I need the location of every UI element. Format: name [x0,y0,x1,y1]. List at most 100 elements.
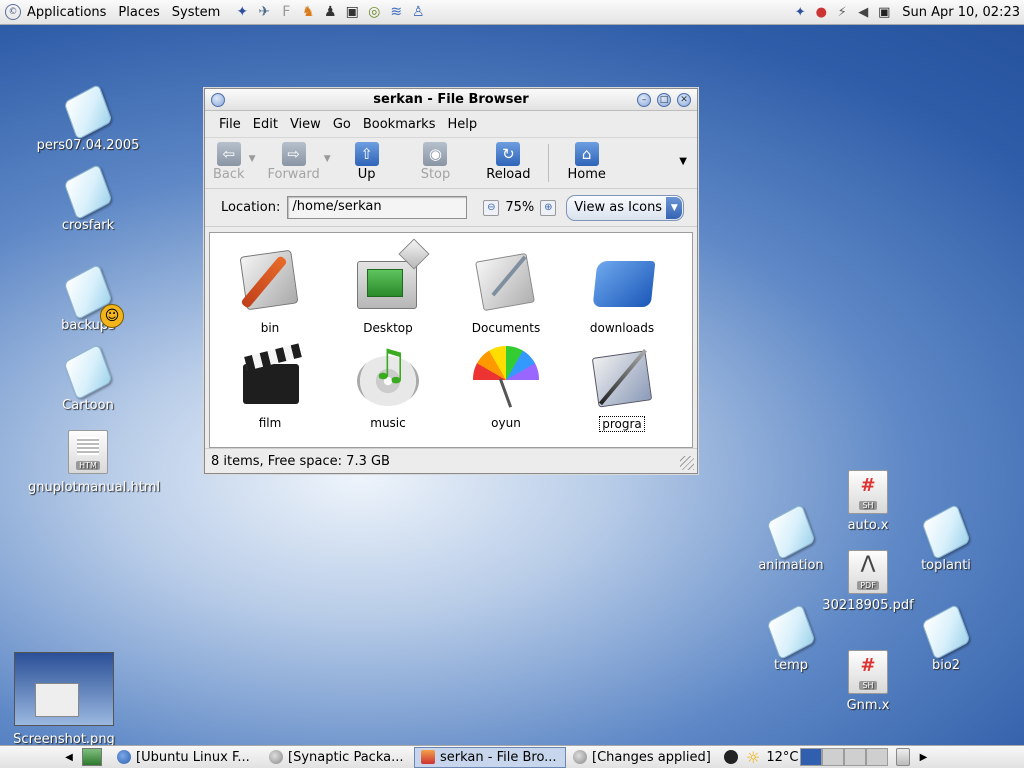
back-arrow-icon: ⇦ [216,142,241,166]
desktop-icon-label: gnuplotmanual.html [28,480,161,495]
back-button[interactable]: ⇦ Back [209,142,249,182]
menu-file[interactable]: File [213,117,247,132]
reload-button[interactable]: ↻ Reload [482,142,534,182]
bird-icon[interactable]: ✈ [254,2,274,22]
temperature[interactable]: 12°C [766,750,798,765]
view-as-label: View as Icons [574,200,663,215]
gnome-foot-icon[interactable]: © [5,4,21,20]
zoom-level[interactable]: 75% [505,200,534,215]
penguin-icon[interactable]: ♟ [320,2,340,22]
folder-icon [63,83,113,141]
desktop-file-gnm[interactable]: # SH Gnm.x [808,650,928,713]
home-button[interactable]: ⌂ Home [563,142,609,182]
menu-bookmarks[interactable]: Bookmarks [357,117,442,132]
clock[interactable]: Sun Apr 10, 02:23 [902,5,1020,20]
desktop-folder-cartoon[interactable]: Cartoon [28,343,148,413]
text-editor-icon[interactable]: F [276,2,296,22]
zoom-in-icon[interactable]: ⊕ [540,199,557,216]
blue-folder-icon [587,247,657,315]
wifi-icon[interactable]: ≋ [386,2,406,22]
task-file-browser[interactable]: serkan - File Bro... [414,746,566,768]
surprised-emblem-icon: ☺ [100,304,124,328]
task-ubuntu-linux[interactable]: [Ubuntu Linux F... [110,747,262,768]
screenshot-thumbnail-icon [14,652,114,726]
desktop-folder-backups[interactable]: ☺ backups [28,263,148,333]
desktop-file-pdf[interactable]: Λ PDF 30218905.pdf [808,550,928,613]
stop-button[interactable]: ◉ Stop [417,142,455,182]
menu-system[interactable]: System [166,5,226,20]
display-icon[interactable]: ▣ [875,4,893,22]
close-button[interactable]: ✕ [677,92,691,107]
menu-places[interactable]: Places [112,5,165,20]
menu-help[interactable]: Help [441,117,483,132]
window-menubar: File Edit View Go Bookmarks Help [205,111,697,138]
menu-edit[interactable]: Edit [247,117,284,132]
file-item-label: oyun [491,416,521,430]
people-icon[interactable]: ♙ [408,2,428,22]
window-menu-button[interactable] [211,92,225,107]
location-input[interactable]: /home/serkan [287,196,468,219]
up-button[interactable]: ⇧ Up [351,142,383,182]
file-item-oyun[interactable]: oyun [456,342,556,430]
file-item-label: music [370,416,406,430]
file-item-progra[interactable]: progra [572,342,672,432]
task-changes-applied[interactable]: [Changes applied] [566,747,718,768]
forward-label: Forward [267,167,320,182]
cd-icon[interactable]: ◎ [364,2,384,22]
desktop-folder-crosfark[interactable]: crosfark [28,163,148,233]
back-history-dropdown[interactable]: ▼ [249,154,256,164]
desktop-file-screenshot[interactable]: Screenshot.png [4,652,124,747]
menu-view[interactable]: View [284,117,327,132]
documents-folder-icon [471,247,541,315]
maximize-button[interactable]: □ [657,92,671,107]
location-label: Location: [221,200,281,215]
volume-icon[interactable]: ◀ [854,4,872,22]
forward-history-dropdown[interactable]: ▼ [324,154,331,164]
home-icon: ⌂ [574,142,599,166]
view-as-select[interactable]: View as Icons ▼ [566,194,685,221]
trash-icon[interactable] [896,748,911,766]
menu-go[interactable]: Go [327,117,357,132]
file-item-film[interactable]: film [220,342,320,430]
status-bar: 8 items, Free space: 7.3 GB [205,448,697,473]
scroll-right-icon[interactable]: ▶ [916,752,930,763]
sun-weather-icon[interactable]: ☼ [746,748,760,767]
file-item-desktop[interactable]: Desktop [338,238,438,335]
katana-folder-icon [587,342,657,410]
file-item-documents[interactable]: Documents [456,247,556,335]
minimize-button[interactable]: – [637,92,651,107]
workspace-4[interactable] [866,748,889,766]
show-desktop-icon[interactable] [82,748,102,766]
forward-button[interactable]: ⇨ Forward [263,142,323,182]
plug-icon[interactable]: ⚡ [833,4,851,22]
workspace-1[interactable] [800,748,823,766]
workspace-switcher[interactable] [800,748,889,766]
file-item-label: downloads [589,321,655,335]
desktop-file-gnuplotmanual[interactable]: HTM gnuplotmanual.html [28,430,161,495]
resize-grip-icon[interactable] [680,456,694,470]
browser-icon[interactable]: ✦ [232,2,252,22]
file-badge: SH [859,681,877,690]
launcher-bar: ✦ ✈ F ♞ ♟ ▣ ◎ ≋ ♙ [232,2,428,22]
file-item-bin[interactable]: bin [220,247,320,335]
file-item-downloads[interactable]: downloads [572,247,672,335]
scroll-left-icon[interactable]: ◀ [62,752,76,763]
terminal-icon[interactable]: ▣ [342,2,362,22]
workspace-2[interactable] [822,748,845,766]
clapperboard-icon [235,342,305,410]
task-synaptic[interactable]: [Synaptic Packa... [262,747,414,768]
icon-view[interactable]: bin Desktop Documents downloads film ♫ m… [209,232,693,448]
toolbar-overflow-icon[interactable]: ▼ [679,156,687,167]
desktop-folder-pers[interactable]: pers07.04.2005 [28,83,148,153]
network-icon[interactable]: ✦ [791,4,809,22]
gimp-icon[interactable]: ♞ [298,2,318,22]
bomb-icon[interactable] [724,750,738,764]
task-label: serkan - File Bro... [440,749,557,765]
workspace-3[interactable] [844,748,867,766]
home-label: Home [567,167,606,182]
file-item-music[interactable]: ♫ music [338,342,438,430]
menu-applications[interactable]: Applications [21,5,112,20]
alert-icon[interactable]: ● [812,4,830,22]
zoom-out-icon[interactable]: ⊖ [483,199,500,216]
window-titlebar[interactable]: serkan - File Browser – □ ✕ [205,89,697,111]
